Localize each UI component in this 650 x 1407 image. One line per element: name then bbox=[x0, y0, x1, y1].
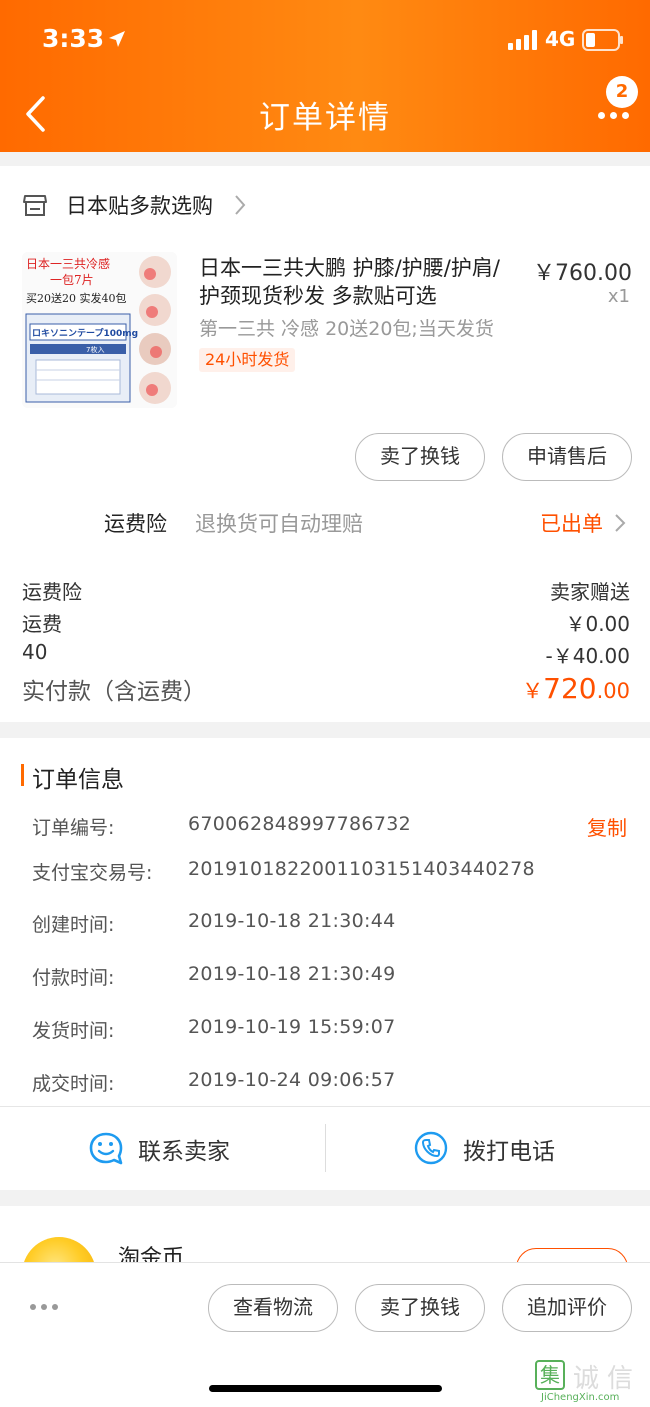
fee-label: 运费险 bbox=[22, 580, 82, 604]
header-bar: 3:33 4G 订单详情 2 bbox=[0, 0, 650, 152]
chevron-right-icon bbox=[235, 195, 246, 215]
info-key: 订单编号: bbox=[32, 817, 115, 839]
info-value: 2019-10-24 09:06:57 bbox=[188, 1069, 396, 1091]
fee-value: -￥40.00 bbox=[545, 644, 630, 668]
img-box-label: ロキソニンテープ100mg bbox=[32, 327, 138, 339]
watermark-text: JiChengXin.com bbox=[541, 1392, 620, 1403]
divider bbox=[0, 1106, 650, 1107]
copy-button[interactable]: 复制 bbox=[587, 812, 627, 841]
product-sku: 第一三共 冷感 20送20包;当天发货 bbox=[199, 318, 494, 340]
total-label: 实付款（含运费） bbox=[22, 679, 206, 705]
insurance-status[interactable]: 已出单 bbox=[540, 508, 603, 538]
info-value: 2019101822001103151403440278 bbox=[188, 858, 535, 880]
contact-seller-button[interactable]: 联系卖家 bbox=[88, 1128, 248, 1168]
network-type: 4G bbox=[545, 27, 576, 51]
view-logistics-button[interactable]: 查看物流 bbox=[208, 1284, 338, 1332]
img-line3: 买20送20 实发40包 bbox=[26, 291, 127, 305]
insurance-label: 运费险 bbox=[104, 512, 167, 536]
product-image[interactable]: 日本一三共冷感 一包7片 买20送20 实发40包 ロキソニンテープ100mg … bbox=[22, 252, 177, 408]
info-key: 支付宝交易号: bbox=[32, 862, 153, 884]
phone-icon bbox=[414, 1131, 448, 1165]
info-key: 创建时间: bbox=[32, 914, 115, 936]
shop-icon bbox=[23, 195, 47, 216]
divider bbox=[325, 1124, 326, 1172]
info-key: 付款时间: bbox=[32, 967, 115, 989]
shipping-tag: 24小时发货 bbox=[199, 348, 296, 372]
insurance-description: 退换货可自动理赔 bbox=[195, 512, 363, 536]
total-integer: 720 bbox=[543, 672, 597, 705]
info-key: 成交时间: bbox=[32, 1073, 115, 1095]
product-quantity: x1 bbox=[607, 286, 630, 307]
info-key: 发货时间: bbox=[32, 1020, 115, 1042]
location-arrow-icon bbox=[109, 31, 125, 47]
order-info-title: 订单信息 bbox=[32, 767, 124, 793]
sell-button[interactable]: 卖了换钱 bbox=[355, 433, 485, 481]
product-photo: 日本一三共冷感 一包7片 买20送20 实发40包 ロキソニンテープ100mg … bbox=[22, 252, 177, 408]
status-time: 3:33 bbox=[42, 24, 105, 53]
fee-label: 运费 bbox=[22, 612, 62, 636]
img-line1: 日本一三共冷感 bbox=[26, 256, 110, 271]
add-review-button[interactable]: 追加评价 bbox=[502, 1284, 632, 1332]
total-amount: ￥720.00 bbox=[522, 672, 630, 705]
contact-seller-label: 联系卖家 bbox=[138, 1139, 230, 1165]
info-value: 2019-10-18 21:30:49 bbox=[188, 963, 396, 985]
total-currency: ￥ bbox=[522, 679, 544, 703]
info-value: 670062848997786732 bbox=[188, 813, 411, 835]
img-box-sub: 7枚入 bbox=[86, 345, 104, 354]
info-value: 2019-10-19 15:59:07 bbox=[188, 1016, 396, 1038]
shop-name: 日本贴多款选购 bbox=[66, 194, 213, 218]
sell-button[interactable]: 卖了换钱 bbox=[355, 1284, 485, 1332]
section-accent-bar bbox=[21, 764, 24, 786]
home-indicator[interactable] bbox=[209, 1385, 442, 1392]
battery-icon bbox=[582, 29, 623, 51]
watermark-char: 诚 bbox=[573, 1364, 600, 1394]
info-value: 2019-10-18 21:30:44 bbox=[188, 910, 396, 932]
after-sale-button[interactable]: 申请售后 bbox=[502, 433, 632, 481]
product-title[interactable]: 日本一三共大鹏 护膝/护腰/护肩/护颈现货秒发 多款贴可选 bbox=[199, 254, 509, 310]
watermark: 集 诚 信 JiChengXin.com bbox=[533, 1358, 650, 1407]
call-phone-button[interactable]: 拨打电话 bbox=[413, 1128, 573, 1168]
notification-badge[interactable]: 2 bbox=[606, 76, 638, 108]
call-phone-label: 拨打电话 bbox=[463, 1139, 555, 1165]
img-line2: 一包7片 bbox=[50, 273, 94, 287]
chat-bubble-icon bbox=[89, 1132, 123, 1165]
more-dots-icon[interactable] bbox=[30, 1304, 60, 1312]
watermark-char: 信 bbox=[607, 1364, 634, 1394]
product-price: ￥760.00 bbox=[533, 261, 632, 286]
page-title: 订单详情 bbox=[259, 100, 391, 136]
fee-value: 卖家赠送 bbox=[550, 580, 630, 604]
signal-icon bbox=[508, 30, 537, 50]
total-decimal: .00 bbox=[596, 679, 630, 703]
fee-label: 40 bbox=[22, 640, 48, 664]
chevron-right-icon[interactable] bbox=[614, 512, 626, 534]
watermark-logo: 集 bbox=[535, 1360, 565, 1390]
fee-value: ￥0.00 bbox=[565, 612, 630, 636]
total-row: 实付款（含运费） ￥720.00 bbox=[22, 672, 630, 706]
